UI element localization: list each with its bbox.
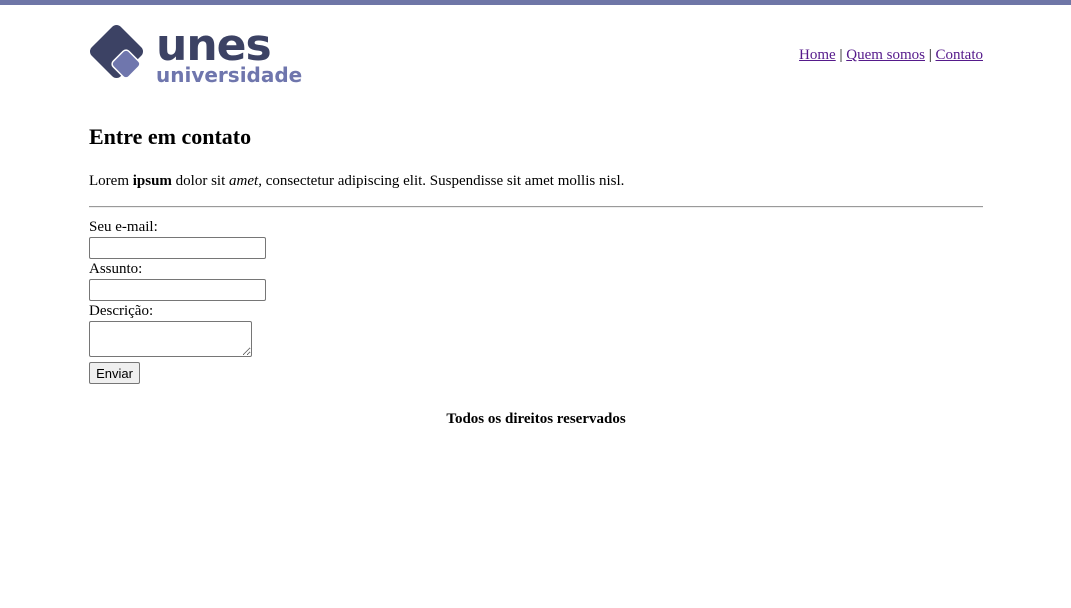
nav-link-home[interactable]: Home [799,47,836,63]
unes-logo[interactable]: unes universidade [89,23,304,85]
description-textarea[interactable] [89,321,252,357]
subject-field[interactable] [89,279,266,301]
intro-italic-text: amet [229,173,259,189]
main-nav: Home | Quem somos | Contato [799,46,983,64]
intro-text: , consectetur adipiscing elit. Suspendis… [258,173,625,189]
nav-link-contato[interactable]: Contato [936,47,984,63]
submit-button[interactable]: Enviar [89,362,140,384]
page-container: unes universidade Home | Quem somos | Co… [89,5,983,427]
nav-separator: | [928,47,932,63]
nav-link-quem-somos[interactable]: Quem somos [846,47,925,63]
page-title: Entre em contato [89,124,252,149]
footer-text: Todos os direitos reservados [446,411,626,427]
nav-separator: | [839,47,843,63]
intro-text: Lorem [89,173,133,189]
logo-subtitle: universidade [156,63,302,85]
email-label: Seu e-mail: [89,219,158,235]
header: unes universidade Home | Quem somos | Co… [89,5,983,95]
unes-logo-graphic: unes universidade [89,23,302,85]
intro-bold-text: ipsum [132,173,172,189]
logo-diamond-dark [89,24,144,79]
description-label: Descrição: [89,303,154,319]
email-field[interactable] [89,237,266,259]
divider [89,206,983,208]
intro-paragraph: Lorem ipsum dolor sit amet, consectetur … [89,172,624,190]
intro-text: dolor sit [171,173,230,189]
subject-label: Assunto: [89,261,143,277]
